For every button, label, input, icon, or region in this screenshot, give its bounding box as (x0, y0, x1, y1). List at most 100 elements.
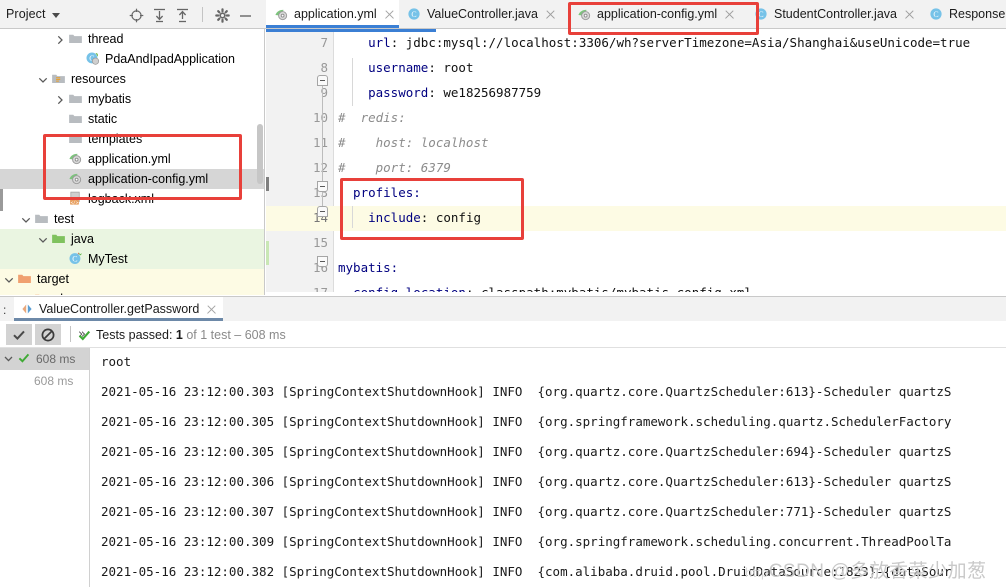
svg-text:</>: </> (71, 200, 79, 206)
editor-line[interactable]: 12 # port: 6379 (266, 156, 1006, 181)
tree-item[interactable]: application.yml (0, 149, 264, 169)
expand-all-icon[interactable] (149, 6, 169, 24)
tree-item-label: thread (88, 32, 124, 46)
tree-item[interactable]: target (0, 269, 264, 289)
test-duration: 608 ms (36, 352, 76, 366)
editor-line[interactable]: 14 include: config (266, 206, 1006, 231)
line-code: # port: 6379 (338, 160, 451, 175)
gear-icon[interactable] (212, 6, 232, 24)
tree-item[interactable]: mybatis (0, 89, 264, 109)
project-panel-title[interactable]: Project (6, 7, 46, 21)
editor-line[interactable]: 16 mybatis: (266, 256, 1006, 281)
toolbar-divider (202, 7, 204, 22)
editor-tab[interactable]: C Response (921, 0, 1006, 28)
editor-tab[interactable]: application.yml (266, 0, 399, 28)
chevron-down-icon[interactable] (21, 214, 32, 225)
yml-file-icon (68, 171, 84, 187)
chevron-right-icon[interactable] (55, 94, 66, 105)
line-code: mybatis: (338, 260, 399, 275)
editor-line[interactable]: 11 # host: localhost (266, 131, 1006, 156)
check-icon (18, 352, 34, 367)
line-code: # host: localhost (338, 135, 489, 150)
active-tab-underline (266, 25, 399, 28)
tree-item-label: templates (88, 132, 143, 146)
console-line: 2021-05-16 23:12:00.307 [SpringContextSh… (101, 504, 952, 519)
locate-icon[interactable] (126, 6, 146, 24)
chevron-down-icon[interactable] (21, 294, 32, 296)
line-code: username: root (338, 60, 474, 75)
console-line: 2021-05-16 23:12:00.382 [SpringContextSh… (101, 564, 952, 579)
editor-line[interactable]: 7 url: jdbc:mysql://localhost:3306/wh?se… (266, 31, 1006, 56)
close-icon[interactable] (724, 9, 735, 20)
tree-item[interactable]: static (0, 109, 264, 129)
fold-handle-include[interactable] (317, 206, 328, 217)
editor-tab[interactable]: C StudentController.java (746, 0, 921, 28)
tree-item[interactable]: C MyTest (0, 249, 264, 269)
editor-line[interactable]: 10 # redis: (266, 106, 1006, 131)
tree-item[interactable]: C PdaAndIpadApplication (0, 49, 264, 69)
tree-item[interactable]: application-config.yml (0, 169, 264, 189)
test-status-text: Tests passed: 1 of 1 test – 608 ms (96, 328, 286, 342)
fold-handle-end[interactable] (317, 75, 328, 86)
fold-handle-mybatis[interactable] (317, 256, 328, 267)
test-status-suffix: of 1 test – 608 ms (186, 328, 286, 342)
editor-tab[interactable]: application-config.yml (569, 0, 746, 28)
chevron-down-icon[interactable] (38, 234, 49, 245)
line-number: 8 (320, 60, 328, 75)
run-config-icon (20, 302, 34, 316)
tree-item[interactable]: test (0, 209, 264, 229)
editor-tab-label: Response (949, 7, 1006, 21)
tree-item[interactable]: thread (0, 29, 264, 49)
test-result-tree[interactable]: 608 ms 608 ms (0, 348, 90, 587)
console-output[interactable]: root 2021-05-16 23:12:00.303 [SpringConte… (91, 348, 1006, 587)
no-entry-icon[interactable] (35, 324, 61, 345)
editor-line[interactable]: 15 (266, 231, 1006, 256)
svg-text:C: C (411, 10, 416, 19)
editor-line[interactable]: 13 profiles: (266, 181, 1006, 206)
chevron-down-icon[interactable] (38, 74, 49, 85)
tree-scrollbar[interactable] (257, 124, 263, 184)
tree-edge-marker (0, 189, 3, 211)
tree-item-label: PdaAndIpadApplication (105, 52, 235, 66)
tree-item[interactable]: resources (0, 69, 264, 89)
tree-item[interactable]: templates (0, 129, 264, 149)
console-line: root (101, 354, 132, 369)
run-tab-label: ValueController.getPassword (39, 302, 200, 316)
collapse-all-icon[interactable] (173, 6, 193, 24)
folder-icon (68, 91, 84, 107)
tree-item[interactable]: classes (0, 289, 264, 296)
test-tree-root-row[interactable]: 608 ms (0, 348, 89, 370)
editor-line[interactable]: 9 password: we18256987759 (266, 81, 1006, 106)
run-tab[interactable]: ValueController.getPassword (14, 297, 224, 321)
toolbar-divider (70, 326, 71, 342)
project-toolbar-icons (126, 6, 256, 24)
console-line: 2021-05-16 23:12:00.306 [SpringContextSh… (101, 474, 952, 489)
yml-file-icon (68, 151, 84, 167)
tree-item-label: target (37, 272, 69, 286)
console-line: 2021-05-16 23:12:00.305 [SpringContextSh… (101, 444, 952, 459)
show-passed-toggle[interactable] (6, 324, 32, 345)
editor-line[interactable]: 8 username: root (266, 56, 1006, 81)
chevron-down-icon[interactable] (4, 274, 15, 285)
code-editor[interactable]: 7 url: jdbc:mysql://localhost:3306/wh?se… (266, 29, 1006, 295)
fold-handle-profiles[interactable] (317, 181, 328, 192)
close-icon[interactable] (384, 9, 395, 20)
tree-item[interactable]: java (0, 229, 264, 249)
line-code: password: we18256987759 (338, 85, 542, 100)
editor-tab[interactable]: C ValueController.java (399, 0, 569, 28)
chevron-down-icon[interactable] (52, 13, 60, 18)
close-icon[interactable] (545, 9, 556, 20)
minimize-icon[interactable] (236, 6, 256, 24)
test-tree-child-row[interactable]: 608 ms (0, 370, 89, 392)
test-status-prefix: Tests passed: (96, 328, 173, 342)
tree-item[interactable]: </> logback.xml (0, 189, 264, 209)
chevron-right-icon[interactable] (55, 34, 66, 45)
folder-icon (68, 111, 84, 127)
test-status-count: 1 (175, 328, 183, 342)
tree-item-label: application.yml (88, 152, 171, 166)
chevron-down-icon[interactable] (4, 352, 18, 366)
run-window-label: : (3, 303, 7, 317)
close-icon[interactable] (904, 9, 915, 20)
yml-file-icon (577, 7, 592, 22)
close-icon[interactable] (206, 304, 217, 315)
